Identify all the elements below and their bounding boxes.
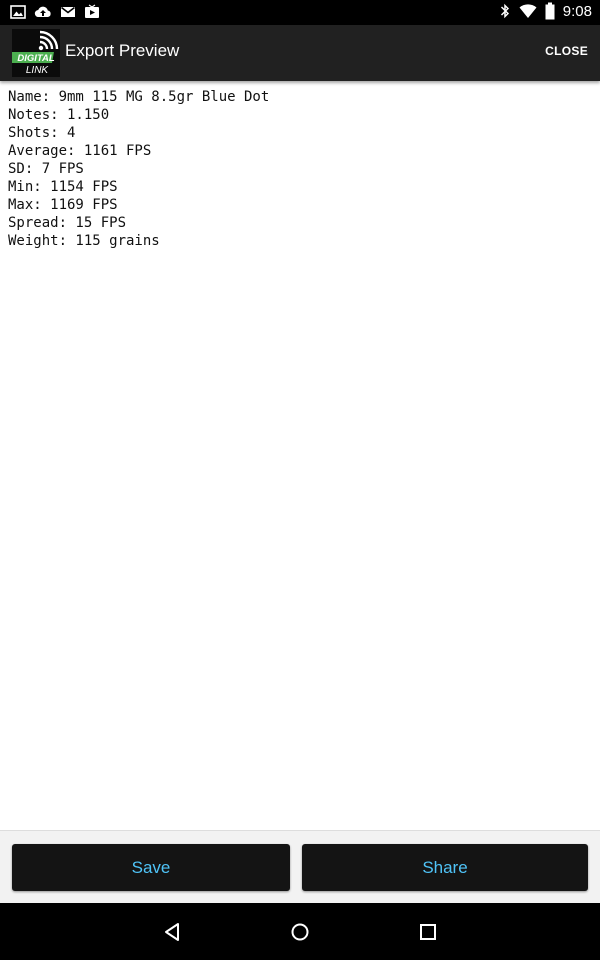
export-line-min: Min: 1154 FPS (8, 179, 118, 195)
image-icon (10, 5, 26, 19)
share-button[interactable]: Share (302, 844, 588, 891)
export-line-weight: Weight: 115 grains (8, 233, 160, 249)
logo-text-bottom: LINK (26, 65, 50, 76)
gmail-icon (61, 6, 75, 17)
export-line-notes: Notes: 1.150 (8, 107, 110, 123)
navigation-bar (0, 903, 600, 960)
save-button[interactable]: Save (12, 844, 290, 891)
close-button[interactable]: CLOSE (545, 44, 588, 58)
logo-text-top: DIGITAL (17, 53, 54, 64)
export-line-spread: Spread: 15 FPS (8, 215, 127, 231)
export-line-average: Average: 1161 FPS (8, 143, 152, 159)
recents-icon[interactable] (416, 920, 440, 944)
home-icon[interactable] (288, 920, 312, 944)
back-icon[interactable] (160, 920, 184, 944)
action-bar: DIGITAL LINK Export Preview CLOSE (0, 25, 600, 81)
export-line-shots: Shots: 4 (8, 125, 76, 141)
wifi-icon (519, 4, 537, 18)
cloud-upload-icon (34, 6, 51, 18)
export-line-sd: SD: 7 FPS (8, 161, 84, 177)
status-time: 9:08 (562, 2, 592, 20)
bluetooth-icon (500, 3, 509, 19)
system-icons: 9:08 (499, 2, 592, 20)
button-bar: Save Share (0, 830, 600, 904)
notification-icons (10, 4, 100, 20)
status-bar: 9:08 (0, 0, 600, 25)
export-preview-text: Name: 9mm 115 MG 8.5gr Blue Dot Notes: 1… (8, 88, 588, 250)
battery-icon (545, 2, 555, 20)
export-line-name: Name: 9mm 115 MG 8.5gr Blue Dot (8, 89, 270, 105)
export-line-max: Max: 1169 FPS (8, 197, 118, 213)
video-icon (85, 4, 99, 18)
digital-link-logo: DIGITAL LINK (12, 29, 60, 77)
page-title: Export Preview (65, 41, 180, 60)
